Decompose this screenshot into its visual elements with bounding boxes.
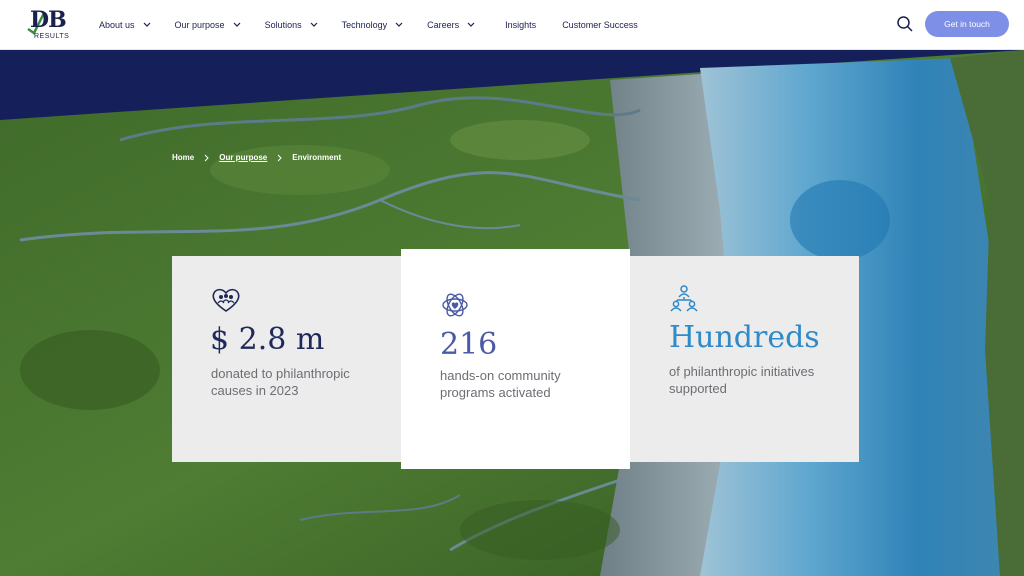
chevron-down-icon (233, 21, 241, 29)
nav-insights-label: Insights (505, 20, 537, 30)
nav-our-purpose[interactable]: Our purpose (175, 20, 241, 30)
nav-our-purpose-label: Our purpose (174, 20, 225, 30)
chevron-down-icon (143, 21, 151, 29)
stat-description: hands-on community programs activated (440, 368, 561, 400)
logo-text: DB (30, 7, 67, 33)
stat-value: $ 2.8 m (210, 322, 325, 357)
flower-heart-icon (439, 291, 471, 319)
chevron-down-icon (395, 21, 403, 29)
stat-description: donated to philanthropic causes in 2023 (211, 366, 350, 398)
nav-careers-label: Careers (427, 20, 460, 30)
stat-value: Hundreds (669, 320, 820, 355)
heart-people-icon (210, 286, 242, 314)
chevron-right-icon (204, 154, 209, 162)
chevron-down-icon (310, 21, 318, 29)
nav-about-us[interactable]: About us (99, 20, 151, 30)
site-header: DB RESULTS About us Our purpose Solution… (0, 0, 1024, 50)
get-in-touch-button[interactable]: Get in touch (925, 11, 1009, 37)
main-nav: About us Our purpose Solutions Technolog… (99, 0, 638, 50)
nav-careers[interactable]: Careers (427, 20, 475, 30)
people-network-icon (668, 284, 700, 312)
nav-solutions[interactable]: Solutions (265, 20, 318, 30)
breadcrumb-current: Environment (292, 153, 342, 162)
stat-value: 216 (440, 327, 498, 362)
search-icon[interactable] (896, 15, 914, 33)
nav-insights[interactable]: Insights (505, 20, 536, 30)
nav-customer-success[interactable]: Customer Success (562, 20, 638, 30)
nav-technology-label: Technology (341, 20, 388, 30)
stat-card-initiatives: Hundreds of philanthropic initiatives su… (630, 256, 859, 462)
breadcrumb-home[interactable]: Home (172, 153, 194, 162)
stat-description: of philanthropic initiatives supported (669, 364, 815, 396)
logo-subtext: RESULTS (34, 33, 70, 40)
nav-about-us-label: About us (99, 20, 135, 30)
nav-customer-success-label: Customer Success (562, 20, 638, 30)
chevron-right-icon (277, 154, 282, 162)
breadcrumb-our-purpose[interactable]: Our purpose (219, 153, 267, 162)
nav-technology[interactable]: Technology (342, 20, 404, 30)
stat-card-donations: $ 2.8 m donated to philanthropic causes … (172, 256, 402, 462)
nav-solutions-label: Solutions (264, 20, 302, 30)
hero-section: Home Our purpose Environment $ 2.8 m don… (0, 50, 1024, 576)
chevron-down-icon (467, 21, 475, 29)
db-results-logo[interactable]: DB RESULTS (26, 7, 76, 43)
stat-card-programs: 216 hands-on community programs activate… (401, 249, 630, 469)
breadcrumb: Home Our purpose Environment (172, 153, 341, 162)
